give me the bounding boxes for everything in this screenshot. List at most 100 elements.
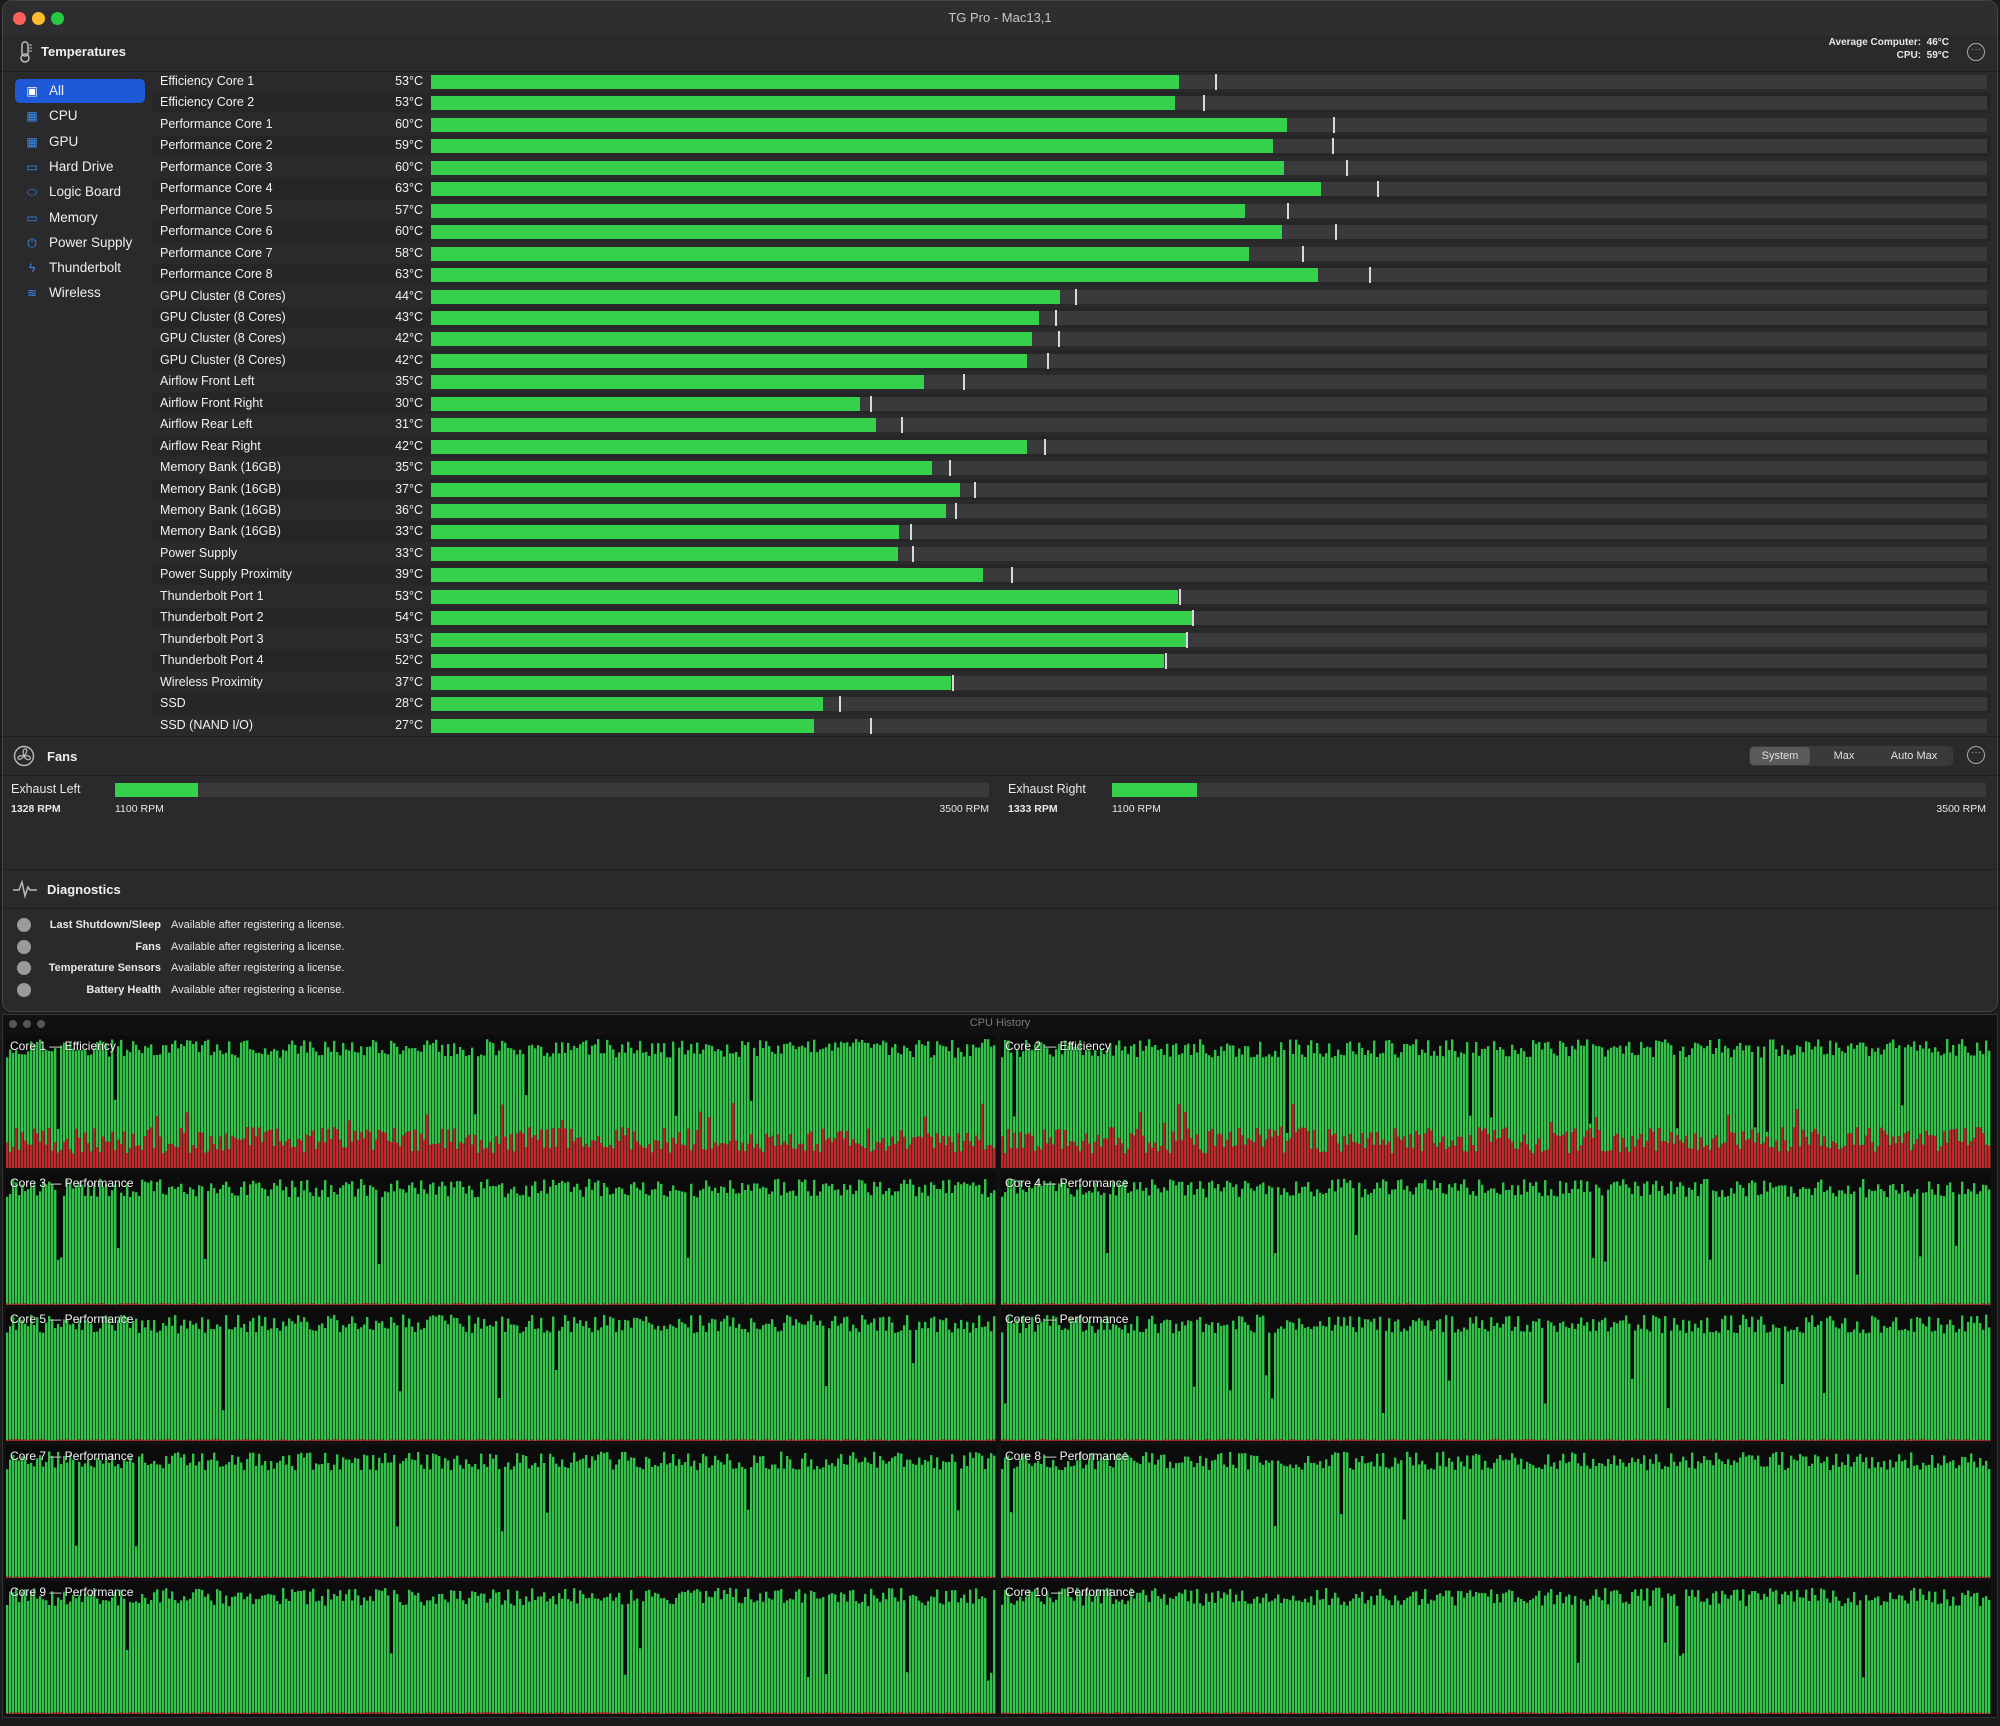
sensor-bar-fill	[431, 546, 898, 561]
core-history-cell: Core 1 — Efficiency	[6, 1035, 996, 1168]
sidebar-item-cpu[interactable]: ▦ CPU	[15, 104, 145, 128]
gpu-icon: ▦	[26, 134, 38, 149]
sensor-row[interactable]: Power Supply Proximity 39°C	[153, 564, 1991, 586]
sensor-bar-track	[431, 588, 1987, 605]
sidebar-item-gpu[interactable]: ▦ GPU	[15, 130, 145, 154]
sensor-bar-fill	[431, 504, 946, 518]
sensor-row[interactable]: GPU Cluster (8 Cores) 42°C	[153, 328, 1991, 349]
sidebar-item-all[interactable]: ▣ All	[15, 79, 145, 103]
sensor-row[interactable]: Wireless Proximity 37°C	[153, 672, 1991, 693]
sensor-row[interactable]: Performance Core 6 60°C	[153, 221, 1991, 243]
sensor-bar-fill	[431, 353, 1027, 368]
sensor-row[interactable]: Thunderbolt Port 1 53°C	[153, 586, 1991, 607]
sensor-bar-fill	[431, 461, 932, 476]
core-label: Core 1 — Efficiency	[10, 1039, 116, 1053]
sensor-row[interactable]: GPU Cluster (8 Cores) 44°C	[153, 286, 1991, 307]
fan-mode-system-button[interactable]: System	[1750, 747, 1810, 765]
sensor-value: 33°C	[395, 545, 423, 560]
sensor-bar-fill	[431, 632, 1186, 647]
sensor-max-marker	[1287, 202, 1289, 219]
sensor-row[interactable]: Thunderbolt Port 4 52°C	[153, 650, 1991, 672]
sensor-value: 60°C	[395, 159, 423, 174]
fan-speed-track[interactable]	[1112, 783, 1986, 797]
diagnostic-row: Temperature Sensors Available after regis…	[13, 958, 413, 978]
sensor-bar-track	[431, 202, 1987, 219]
sensor-row[interactable]: Memory Bank (16GB) 37°C	[153, 478, 1991, 500]
sensor-name: Efficiency Core 1	[160, 74, 255, 88]
core-history-cell: Core 6 — Performance	[1001, 1308, 1991, 1441]
diagnostic-status-text: Available after registering a license.	[171, 919, 345, 931]
sidebar-item-label: Memory	[49, 209, 98, 225]
sensor-row[interactable]: Performance Core 2 59°C	[153, 135, 1991, 157]
core-usage-graph	[1001, 1451, 1991, 1578]
sensor-row[interactable]: Efficiency Core 1 53°C	[153, 71, 1991, 92]
sensor-bar-track	[431, 181, 1987, 198]
sensor-row[interactable]: Airflow Front Left 35°C	[153, 371, 1991, 392]
sensor-name: Efficiency Core 2	[160, 95, 255, 110]
temperatures-more-icon[interactable]: ···	[1967, 43, 1985, 61]
sensor-max-marker	[1332, 138, 1334, 155]
sensor-row[interactable]: SSD 28°C	[153, 693, 1991, 715]
fans-more-icon[interactable]: ···	[1967, 746, 1985, 764]
sensor-row[interactable]: Performance Core 4 63°C	[153, 178, 1991, 200]
power-icon: ⏻	[27, 235, 37, 250]
sensor-row[interactable]: Thunderbolt Port 2 54°C	[153, 607, 1991, 629]
fan-mode-max-button[interactable]: Max	[1815, 747, 1873, 765]
sensor-row[interactable]: Performance Core 3 60°C	[153, 157, 1991, 178]
sensor-row[interactable]: Performance Core 5 57°C	[153, 200, 1991, 221]
sidebar-item-hard-drive[interactable]: ▭ Hard Drive	[15, 155, 145, 179]
sensor-bar-track	[431, 267, 1987, 284]
sensor-row[interactable]: Memory Bank (16GB) 36°C	[153, 500, 1991, 521]
sensor-row[interactable]: Power Supply 33°C	[153, 543, 1991, 564]
sensor-max-marker	[955, 503, 957, 519]
core-label: Core 4 — Performance	[1005, 1175, 1129, 1190]
sensor-max-marker	[1215, 74, 1217, 90]
sensor-row[interactable]: Memory Bank (16GB) 35°C	[153, 457, 1991, 478]
sensor-value: 53°C	[395, 95, 423, 110]
sidebar-item-logic-board[interactable]: ⬭ Logic Board	[15, 180, 145, 204]
core-usage-graph	[1001, 1587, 1991, 1714]
sensor-value: 42°C	[395, 331, 423, 346]
user-usage-bars	[1001, 1587, 1991, 1714]
sensor-max-marker	[870, 717, 872, 734]
sensor-row[interactable]: GPU Cluster (8 Cores) 42°C	[153, 349, 1991, 371]
sensor-max-marker	[1179, 588, 1181, 605]
sensor-value: 43°C	[395, 309, 423, 324]
sensor-name: Memory Bank (16GB)	[160, 524, 281, 539]
sensor-row[interactable]: Performance Core 1 60°C	[153, 114, 1991, 135]
sidebar-item-power-supply[interactable]: ⏻ Power Supply	[15, 231, 145, 255]
sensor-row[interactable]: GPU Cluster (8 Cores) 43°C	[153, 306, 1991, 328]
fan-speed-track[interactable]	[115, 783, 989, 797]
sidebar-item-wireless[interactable]: ≋ Wireless	[15, 281, 145, 305]
core-usage-graph	[6, 1314, 996, 1441]
core-history-cell: Core 4 — Performance	[1001, 1171, 1991, 1305]
sensor-bar-track	[431, 116, 1987, 133]
core-history-cell: Core 7 — Performance	[6, 1444, 996, 1578]
sensor-bar-fill	[431, 268, 1318, 283]
sensor-row[interactable]: Performance Core 7 58°C	[153, 243, 1991, 264]
fan-mode-auto-max-button[interactable]: Auto Max	[1875, 747, 1953, 765]
sensor-max-marker	[963, 374, 965, 391]
sensor-row[interactable]: Thunderbolt Port 3 53°C	[153, 629, 1991, 650]
diagnostic-status-text: Available after registering a license.	[171, 962, 345, 974]
sensor-bar-fill	[431, 525, 899, 540]
sensor-row[interactable]: Memory Bank (16GB) 33°C	[153, 521, 1991, 543]
sensor-max-marker	[1192, 610, 1194, 627]
sensor-value: 54°C	[395, 610, 423, 625]
sensor-row[interactable]: Efficiency Core 2 53°C	[153, 92, 1991, 114]
sensor-name: GPU Cluster (8 Cores)	[160, 352, 286, 367]
fans-header: Fans	[3, 736, 1997, 776]
sidebar-item-memory[interactable]: ▭ Memory	[15, 206, 145, 230]
sensor-name: GPU Cluster (8 Cores)	[160, 288, 286, 303]
sensor-bar-fill	[431, 310, 1039, 325]
sensor-name: Wireless Proximity	[160, 674, 263, 689]
sensor-max-marker	[1335, 224, 1337, 241]
sensor-max-marker	[1165, 653, 1167, 670]
sensor-row[interactable]: Airflow Rear Left 31°C	[153, 414, 1991, 435]
sensor-row[interactable]: Airflow Rear Right 42°C	[153, 435, 1991, 457]
sensor-row[interactable]: Airflow Front Right 30°C	[153, 392, 1991, 414]
sensor-row[interactable]: SSD (NAND I/O) 27°C	[153, 715, 1991, 736]
sensor-bar-track	[431, 138, 1987, 155]
sensor-row[interactable]: Performance Core 8 63°C	[153, 264, 1991, 286]
sidebar-item-thunderbolt[interactable]: ϟ Thunderbolt	[15, 256, 145, 280]
